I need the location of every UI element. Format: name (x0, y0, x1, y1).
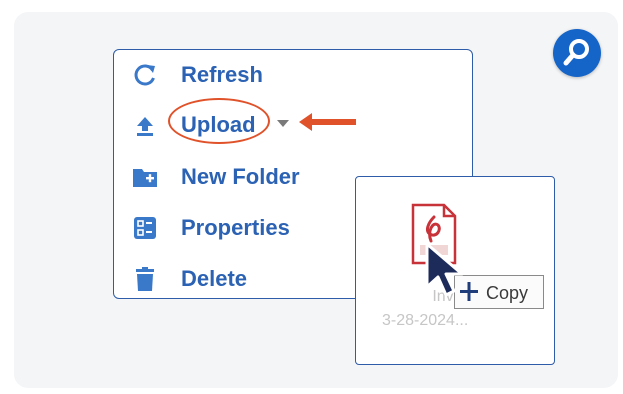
delete-label: Delete (181, 266, 248, 291)
pointer-arrow-icon (299, 113, 356, 131)
menu-item-upload[interactable]: Upload (114, 102, 472, 148)
delete-icon (136, 267, 154, 291)
cursor-icon (425, 242, 464, 297)
new-folder-icon (133, 169, 157, 187)
properties-label: Properties (181, 215, 290, 240)
chevron-down-icon[interactable] (276, 118, 290, 128)
copy-label: Copy (486, 283, 529, 303)
properties-icon (134, 217, 156, 239)
new-folder-label: New Folder (181, 164, 300, 189)
refresh-label: Refresh (181, 62, 263, 87)
search-icon (563, 39, 589, 66)
refresh-icon (134, 64, 155, 86)
search-badge[interactable] (553, 29, 601, 77)
upload-highlight-circle (168, 98, 270, 144)
menu-item-refresh[interactable]: Refresh (114, 52, 472, 98)
upload-icon (137, 117, 153, 136)
file-name-line2: 3-28-2024... (382, 312, 469, 329)
